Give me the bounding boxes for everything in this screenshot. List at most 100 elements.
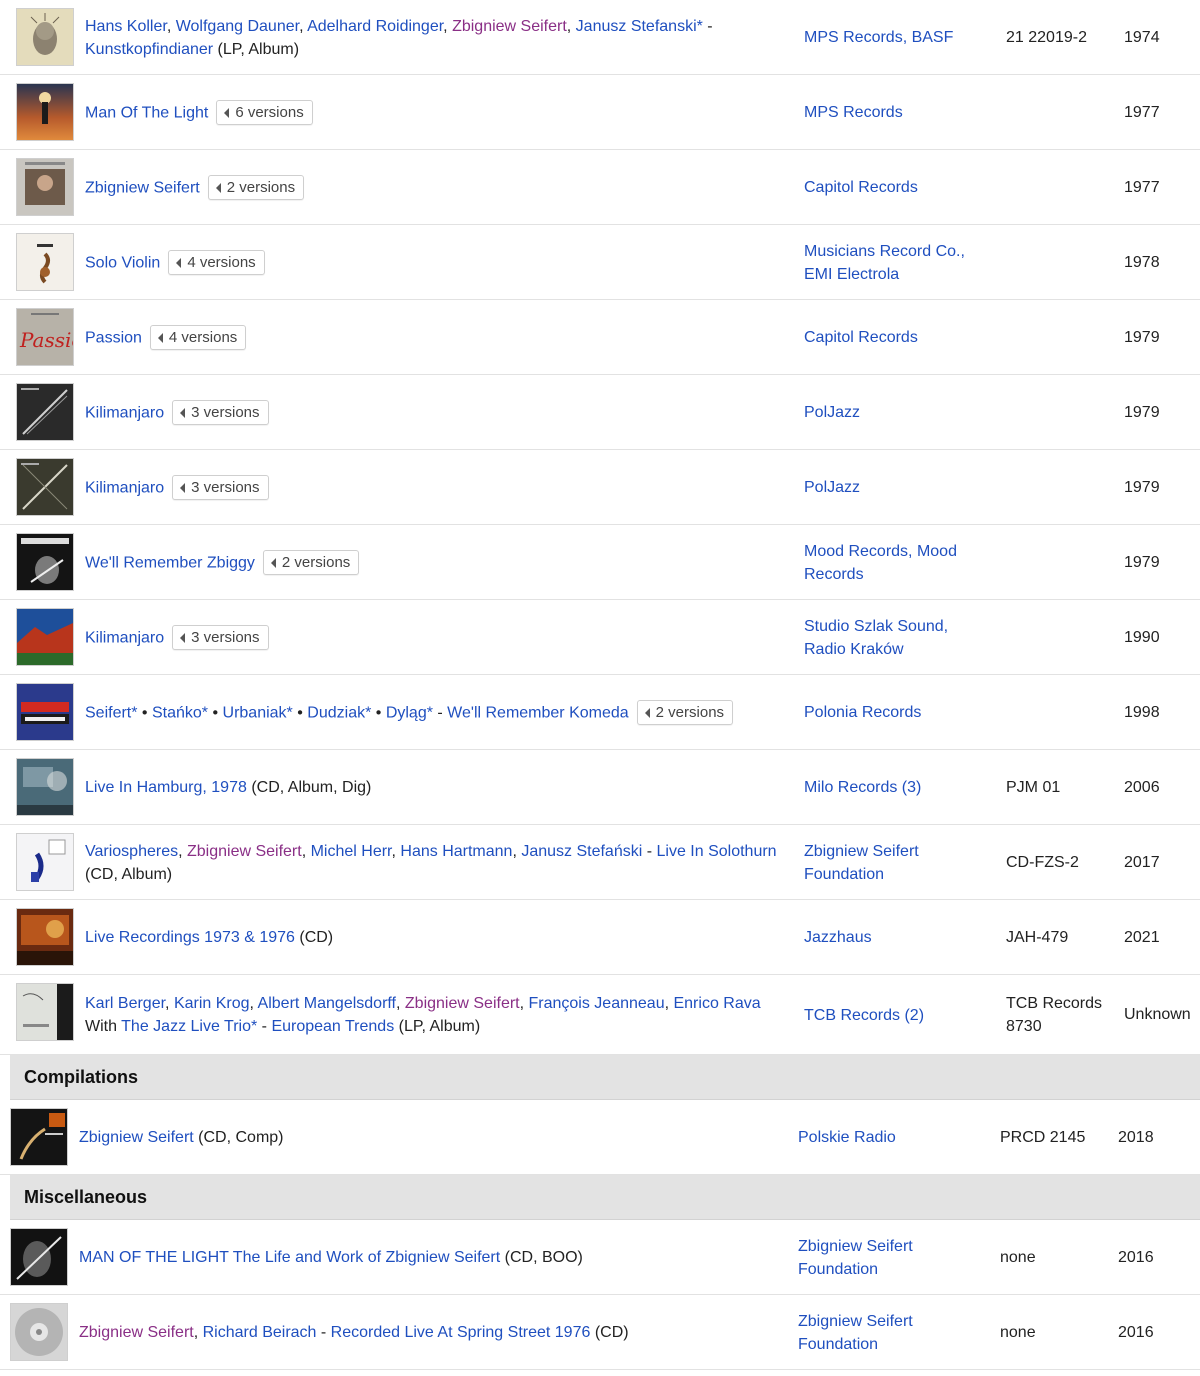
title-link[interactable]: Urbaniak*: [223, 705, 293, 722]
title-link[interactable]: Zbigniew Seifert: [405, 995, 520, 1012]
title-link[interactable]: Richard Beirach: [203, 1324, 317, 1341]
versions-button[interactable]: 3 versions: [172, 400, 269, 425]
release-cover-thumbnail[interactable]: [16, 833, 74, 891]
title-text[interactable]: Live Recordings 1973 & 1976 (CD): [85, 926, 785, 949]
title-link[interactable]: Adelhard Roidinger: [307, 18, 443, 35]
title-text[interactable]: Zbigniew Seifert: [85, 180, 200, 197]
release-label[interactable]: Musicians Record Co., EMI Electrola: [804, 225, 984, 300]
release-cover-thumbnail[interactable]: [10, 1228, 68, 1286]
title-text[interactable]: Seifert* • Stańko* • Urbaniak* • Dudziak…: [85, 705, 629, 722]
title-text[interactable]: Zbigniew Seifert (CD, Comp): [79, 1126, 779, 1149]
release-label[interactable]: Jazzhaus: [804, 900, 984, 975]
release-cover-thumbnail[interactable]: [16, 383, 74, 441]
versions-button[interactable]: 3 versions: [172, 625, 269, 650]
title-link[interactable]: Wolfgang Dauner: [176, 18, 299, 35]
title-link[interactable]: François Jeanneau: [529, 995, 665, 1012]
title-link[interactable]: European Trends: [271, 1018, 394, 1035]
release-cover-thumbnail[interactable]: Passion: [16, 308, 74, 366]
title-link[interactable]: Dyląg*: [386, 705, 433, 722]
title-link[interactable]: MAN OF THE LIGHT The Life and Work of Zb…: [79, 1249, 500, 1266]
title-text[interactable]: Kilimanjaro: [85, 630, 164, 647]
release-label[interactable]: MPS Records: [804, 75, 984, 150]
versions-button[interactable]: 2 versions: [262, 550, 360, 575]
title-link[interactable]: Enrico Rava: [673, 995, 760, 1012]
title-text[interactable]: Solo Violin: [85, 255, 160, 272]
release-cover-thumbnail[interactable]: [16, 683, 74, 741]
title-link[interactable]: Kilimanjaro: [85, 480, 164, 497]
release-label[interactable]: Polskie Radio: [798, 1100, 978, 1175]
title-link[interactable]: Zbigniew Seifert: [79, 1324, 194, 1341]
release-label[interactable]: Capitol Records: [804, 150, 984, 225]
title-link[interactable]: Solo Violin: [85, 255, 160, 272]
release-label[interactable]: Mood Records, Mood Records: [804, 525, 984, 600]
title-text[interactable]: Hans Koller, Wolfgang Dauner, Adelhard R…: [85, 15, 785, 61]
title-text[interactable]: Karl Berger, Karin Krog, Albert Mangelsd…: [85, 992, 785, 1038]
title-text[interactable]: Man Of The Light: [85, 105, 208, 122]
release-cover-thumbnail[interactable]: [16, 458, 74, 516]
title-link[interactable]: Variospheres: [85, 843, 178, 860]
release-cover-thumbnail[interactable]: [16, 158, 74, 216]
release-label[interactable]: Polonia Records: [804, 675, 984, 750]
title-link[interactable]: Zbigniew Seifert: [85, 180, 200, 197]
release-label[interactable]: Zbigniew Seifert Foundation: [798, 1220, 978, 1295]
title-link[interactable]: Karin Krog: [174, 995, 250, 1012]
title-link[interactable]: Michel Herr: [311, 843, 392, 860]
release-cover-thumbnail[interactable]: [16, 533, 74, 591]
release-cover-thumbnail[interactable]: [10, 1303, 68, 1361]
versions-button[interactable]: 3 versions: [172, 475, 269, 500]
versions-button[interactable]: 4 versions: [168, 250, 265, 275]
release-cover-thumbnail[interactable]: [16, 8, 74, 66]
title-link[interactable]: Zbigniew Seifert: [452, 18, 567, 35]
release-label[interactable]: TCB Records (2): [804, 975, 984, 1055]
title-text[interactable]: Passion: [85, 330, 142, 347]
title-link[interactable]: Seifert*: [85, 705, 137, 722]
versions-button[interactable]: 4 versions: [149, 325, 247, 350]
title-link[interactable]: Live In Solothurn: [657, 843, 777, 860]
title-link[interactable]: Karl Berger: [85, 995, 165, 1012]
title-link[interactable]: Zbigniew Seifert: [187, 843, 302, 860]
title-link[interactable]: Janusz Stefanski*: [576, 18, 703, 35]
title-text[interactable]: Variospheres, Zbigniew Seifert, Michel H…: [85, 840, 785, 886]
title-text[interactable]: MAN OF THE LIGHT The Life and Work of Zb…: [79, 1246, 779, 1269]
title-link[interactable]: Albert Mangelsdorff: [258, 995, 396, 1012]
title-link[interactable]: Stańko*: [152, 705, 208, 722]
title-link[interactable]: Zbigniew Seifert: [79, 1129, 194, 1146]
release-label[interactable]: PolJazz: [804, 375, 984, 450]
release-label[interactable]: Zbigniew Seifert Foundation: [804, 825, 984, 900]
release-cover-thumbnail[interactable]: [16, 233, 74, 291]
title-link[interactable]: Janusz Stefański: [521, 843, 642, 860]
title-text[interactable]: Kilimanjaro: [85, 480, 164, 497]
release-cover-thumbnail[interactable]: [16, 608, 74, 666]
title-link[interactable]: We'll Remember Zbiggy: [85, 555, 255, 572]
release-label[interactable]: Milo Records (3): [804, 750, 984, 825]
title-link[interactable]: Live Recordings 1973 & 1976: [85, 929, 295, 946]
release-cover-thumbnail[interactable]: [16, 983, 74, 1041]
title-text[interactable]: Kilimanjaro: [85, 405, 164, 422]
title-link[interactable]: Dudziak*: [307, 705, 371, 722]
title-text[interactable]: We'll Remember Zbiggy: [85, 555, 255, 572]
title-link[interactable]: Hans Koller: [85, 18, 167, 35]
release-label[interactable]: Capitol Records: [804, 300, 984, 375]
release-cover-thumbnail[interactable]: [16, 758, 74, 816]
release-cover-thumbnail[interactable]: [16, 908, 74, 966]
title-link[interactable]: Hans Hartmann: [400, 843, 512, 860]
release-label[interactable]: Zbigniew Seifert Foundation: [798, 1295, 978, 1370]
title-text[interactable]: Live In Hamburg, 1978 (CD, Album, Dig): [85, 776, 785, 799]
title-link[interactable]: Passion: [85, 330, 142, 347]
release-label[interactable]: Studio Szlak Sound, Radio Kraków: [804, 600, 984, 675]
release-cover-thumbnail[interactable]: [16, 83, 74, 141]
title-link[interactable]: Live In Hamburg, 1978: [85, 779, 247, 796]
versions-button[interactable]: 2 versions: [636, 700, 734, 725]
release-label[interactable]: PolJazz: [804, 450, 984, 525]
title-link[interactable]: Kunstkopfindianer: [85, 41, 213, 58]
title-link[interactable]: Man Of The Light: [85, 105, 208, 122]
title-link[interactable]: Kilimanjaro: [85, 405, 164, 422]
versions-button[interactable]: 6 versions: [216, 100, 313, 125]
versions-button[interactable]: 2 versions: [207, 175, 305, 200]
title-link[interactable]: The Jazz Live Trio*: [121, 1018, 257, 1035]
release-cover-thumbnail[interactable]: [10, 1108, 68, 1166]
title-text[interactable]: Zbigniew Seifert, Richard Beirach - Reco…: [79, 1321, 779, 1344]
title-link[interactable]: We'll Remember Komeda: [447, 705, 629, 722]
title-link[interactable]: Recorded Live At Spring Street 1976: [331, 1324, 591, 1341]
title-link[interactable]: Kilimanjaro: [85, 630, 164, 647]
